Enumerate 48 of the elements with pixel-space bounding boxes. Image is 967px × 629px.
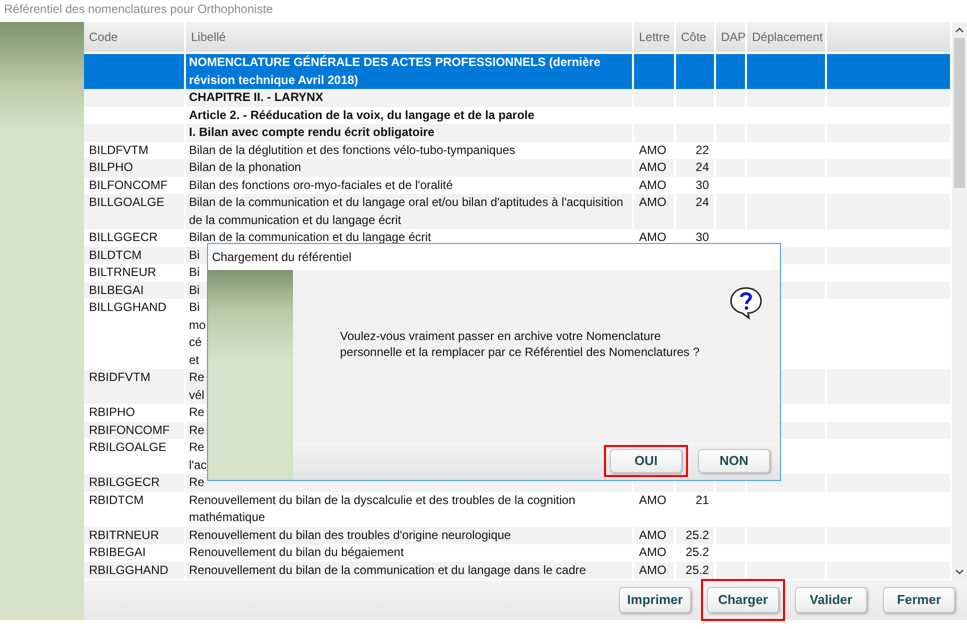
code-cell: BILPHO — [84, 159, 185, 176]
action-button[interactable]: OUI — [610, 449, 682, 473]
table-row[interactable]: NOMENCLATURE GÉNÉRALE DES ACTES PROFESSIONNELS (dernière révision technique Avril 2018) — [84, 53, 951, 89]
rate-cell: 25.2 — [675, 562, 715, 579]
column-header[interactable]: Déplacement — [746, 22, 826, 53]
table-row[interactable]: BILLGOALGE Bilan de la communication et du langage oral et/ou bilan d'aptitudes à l'acquisition de la communication et du langage écrit AMO 24 — [84, 194, 951, 229]
scrollbar-thumb[interactable] — [954, 38, 965, 188]
scrollbar[interactable] — [952, 22, 967, 580]
action-button[interactable]: NON — [698, 449, 770, 473]
window-title: Référentiel des nomenclatures pour Orthophoniste — [3, 1, 274, 18]
rate-cell: 25.2 — [675, 526, 715, 544]
section-heading: I. Bilan avec compte rendu écrit obligatoire — [185, 124, 633, 142]
action-button[interactable]: Charger — [707, 587, 779, 613]
question-icon — [729, 286, 763, 320]
code-cell: RBILGGECR — [84, 474, 185, 492]
code-cell: RBIDFVTM — [84, 369, 185, 404]
table-row[interactable]: BILPHO Bilan de la phonation AMO 24 — [84, 159, 951, 176]
code-cell: RBILGGHAND — [84, 562, 185, 579]
rate-cell: 24 — [675, 194, 715, 229]
rate-cell: 24 — [675, 159, 715, 176]
code-cell: BILLGOALGE — [84, 194, 185, 229]
code-cell: BILBEGAI — [84, 282, 185, 299]
letter-cell: AMO — [633, 562, 675, 579]
label-cell: Bilan de la communication et du langage oral et/ou bilan d'aptitudes à l'acquisition de la communication et du langage écrit — [185, 194, 633, 229]
action-button[interactable]: Valider — [795, 587, 867, 613]
table-row[interactable]: I. Bilan avec compte rendu écrit obligatoire — [84, 124, 951, 142]
table-row[interactable]: CHAPITRE II. - LARYNX — [84, 89, 951, 106]
column-header[interactable]: Code — [84, 22, 185, 53]
dialog-title: Chargement du référentiel — [208, 244, 780, 270]
action-button[interactable]: Fermer — [883, 587, 955, 613]
action-button[interactable]: Imprimer — [619, 587, 691, 613]
column-header[interactable]: Lettre — [633, 22, 675, 53]
table-row[interactable]: RBILGGHAND Renouvellement du bilan de la communication et du langage dans le cadre AMO 25.2 — [84, 562, 951, 579]
column-header[interactable]: Libellé — [185, 22, 633, 53]
section-heading: NOMENCLATURE GÉNÉRALE DES ACTES PROFESSIONNELS (dernière révision technique Avril 2018) — [185, 53, 633, 89]
code-cell: BILDTCM — [84, 246, 185, 264]
label-cell: Renouvellement du bilan des troubles d'origine neurologique — [185, 526, 633, 544]
column-header[interactable]: Côte — [675, 22, 715, 53]
table-row[interactable]: RBITRNEUR Renouvellement du bilan des troubles d'origine neurologique AMO 25.2 — [84, 526, 951, 544]
letter-cell: AMO — [633, 526, 675, 544]
letter-cell: AMO — [633, 194, 675, 229]
column-header[interactable]: DAP — [715, 22, 746, 53]
code-cell: RBIFONCOMF — [84, 422, 185, 439]
section-heading: CHAPITRE II. - LARYNX — [185, 89, 633, 106]
code-cell: RBITRNEUR — [84, 526, 185, 544]
label-cell: Bilan de la phonation — [185, 159, 633, 176]
letter-cell: AMO — [633, 159, 675, 176]
label-cell: Renouvellement du bilan de la communication et du langage dans le cadre — [185, 562, 633, 579]
